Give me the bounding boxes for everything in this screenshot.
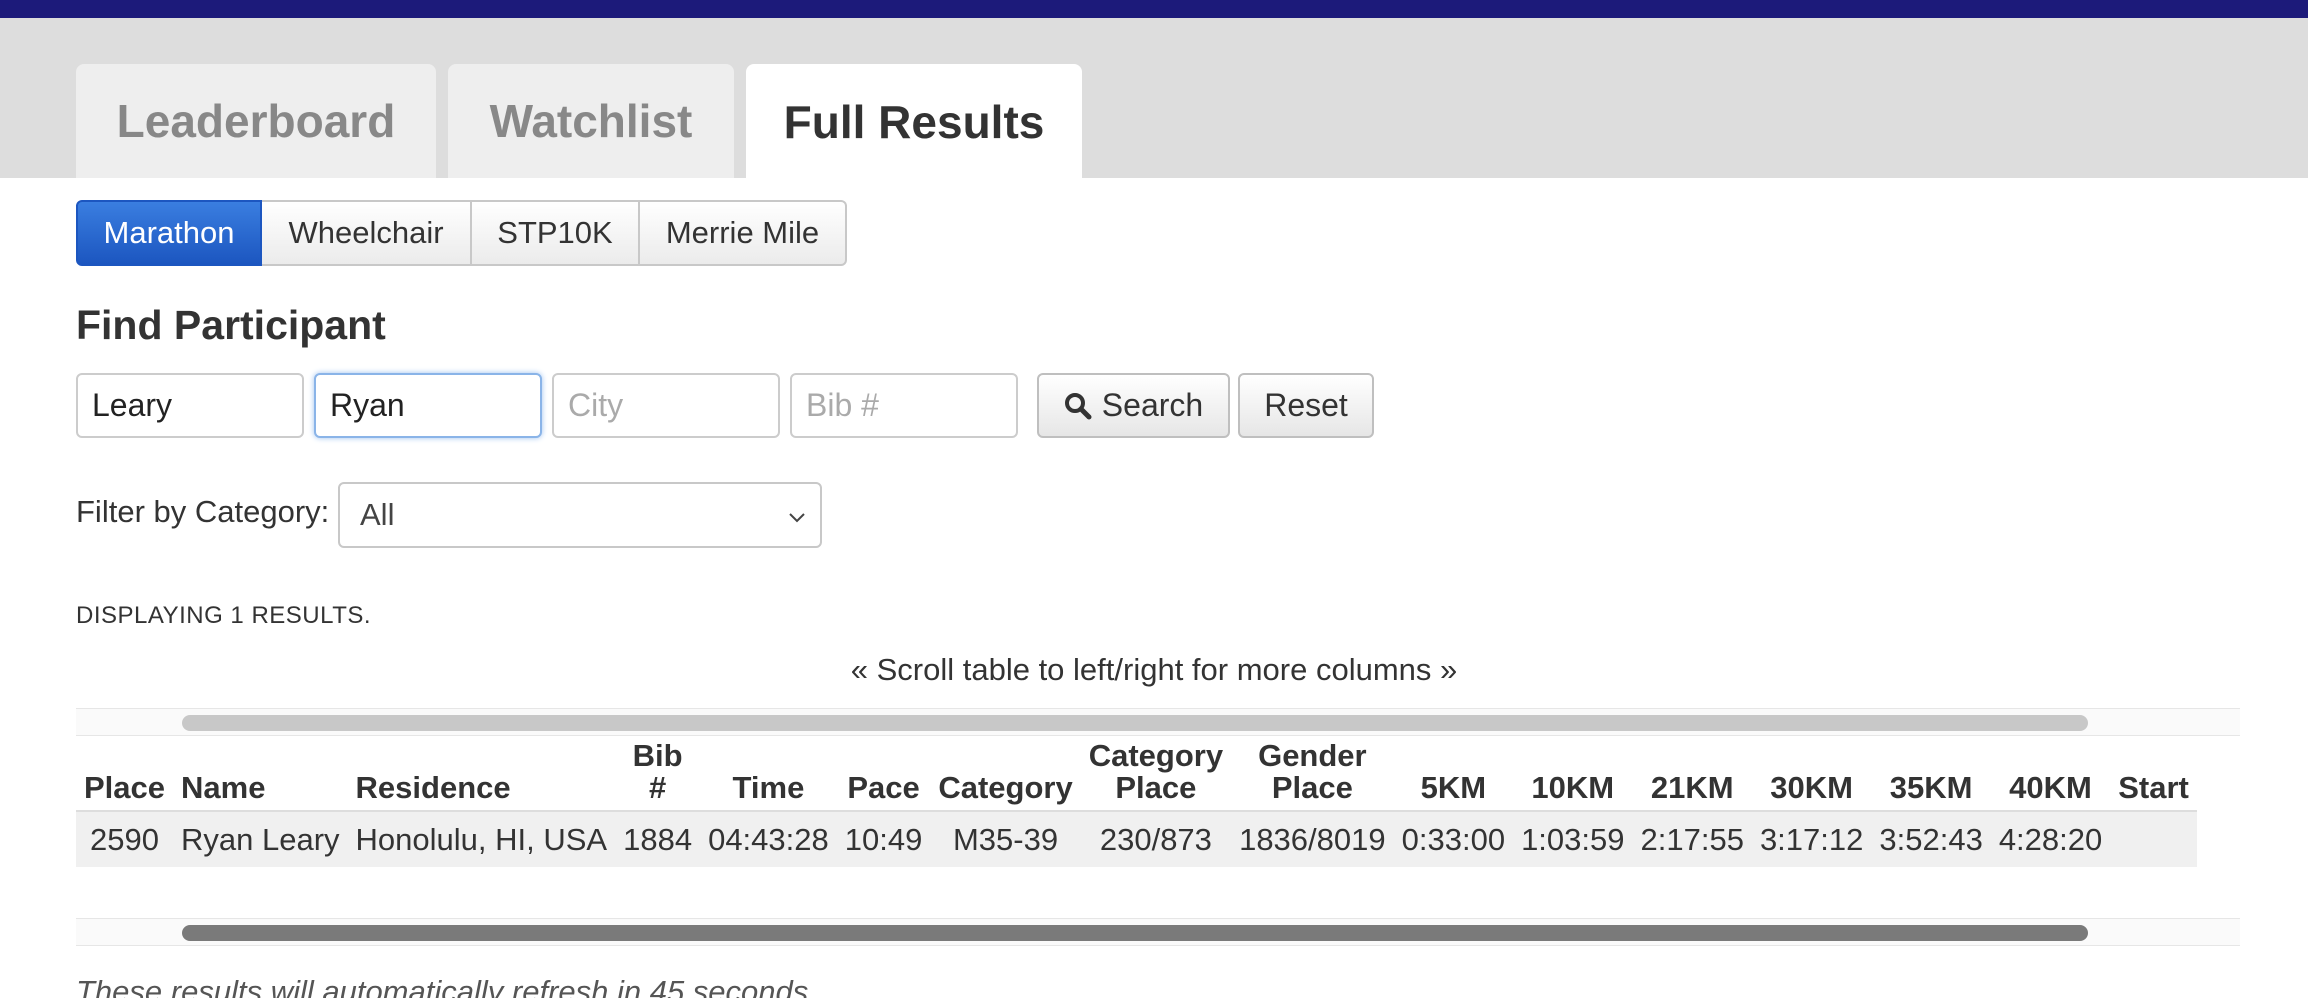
cell-bib: 1884	[615, 810, 701, 867]
cell-35km: 3:52:43	[1871, 810, 1991, 867]
last-name-input[interactable]	[76, 373, 304, 438]
race-merrie-mile-button[interactable]: Merrie Mile	[640, 200, 847, 266]
tab-full-results[interactable]: Full Results	[746, 64, 1082, 180]
reset-button[interactable]: Reset	[1238, 373, 1374, 438]
header-time[interactable]: Time	[700, 740, 837, 811]
results-count: DISPLAYING 1 RESULTS.	[76, 602, 372, 629]
race-type-selector: Marathon Wheelchair STP10K Merrie Mile	[76, 200, 847, 266]
header-residence[interactable]: Residence	[348, 740, 616, 811]
cell-name[interactable]: Ryan Leary	[173, 810, 348, 867]
table-header-row: Place Name Residence Bib # Time Pace Cate…	[76, 740, 2197, 811]
cell-pace: 10:49	[836, 810, 931, 867]
cell-category-place: 230/873	[1080, 810, 1232, 867]
search-button-label: Search	[1101, 387, 1204, 423]
header-35km[interactable]: 35KM	[1871, 740, 1990, 811]
header-5km[interactable]: 5KM	[1394, 740, 1513, 811]
tab-watchlist[interactable]: Watchlist	[448, 64, 734, 178]
header-30km[interactable]: 30KM	[1752, 740, 1871, 811]
chevron-down-icon	[789, 513, 805, 523]
results-table-container: Place Name Residence Bib # Time Pace Cate…	[76, 740, 2240, 874]
top-bar	[0, 0, 2308, 18]
header-40km[interactable]: 40KM	[1991, 740, 2110, 811]
header-gender-place[interactable]: Gender Place	[1231, 740, 1394, 811]
scroll-hint: « Scroll table to left/right for more co…	[850, 652, 1458, 687]
city-input[interactable]	[552, 373, 780, 438]
table-row[interactable]: 2590 Ryan Leary Honolulu, HI, USA 1884 0…	[76, 810, 2197, 867]
cell-10km: 1:03:59	[1513, 810, 1633, 867]
find-participant-heading: Find Participant	[76, 302, 386, 348]
race-marathon-button[interactable]: Marathon	[76, 200, 262, 266]
search-icon	[1064, 392, 1092, 419]
table-scrollbar-top[interactable]	[76, 708, 2240, 736]
cell-40km: 4:28:20	[1990, 810, 2111, 867]
refresh-note: These results will automatically refresh…	[76, 974, 809, 998]
header-place[interactable]: Place	[76, 740, 173, 811]
header-category[interactable]: Category	[930, 740, 1080, 811]
cell-place: 2590	[76, 810, 174, 867]
category-select[interactable]: All	[338, 482, 822, 548]
first-name-input[interactable]	[314, 373, 542, 438]
filter-category-label: Filter by Category:	[76, 494, 330, 529]
cell-21km: 2:17:55	[1632, 810, 1752, 867]
race-stp10k-button[interactable]: STP10K	[472, 200, 640, 266]
cell-gender-place: 1836/8019	[1231, 810, 1394, 867]
header-bib[interactable]: Bib #	[615, 740, 700, 811]
cell-start	[2110, 810, 2197, 867]
header-name[interactable]: Name	[173, 740, 348, 811]
tab-strip: Leaderboard Watchlist Full Results	[0, 18, 2308, 180]
header-pace[interactable]: Pace	[837, 740, 931, 811]
tab-leaderboard[interactable]: Leaderboard	[76, 64, 436, 178]
cell-time: 04:43:28	[700, 810, 837, 867]
cell-5km: 0:33:00	[1393, 810, 1514, 867]
category-select-value: All	[360, 497, 395, 532]
race-wheelchair-button[interactable]: Wheelchair	[262, 200, 472, 266]
scrollbar-thumb-bottom[interactable]	[182, 925, 2088, 941]
cell-30km: 3:17:12	[1751, 810, 1872, 867]
table-scrollbar-bottom[interactable]	[76, 918, 2240, 946]
cell-category: M35-39	[930, 810, 1081, 867]
results-table: Place Name Residence Bib # Time Pace Cate…	[76, 740, 2197, 867]
header-category-place[interactable]: Category Place	[1081, 740, 1231, 811]
cell-residence: Honolulu, HI, USA	[347, 810, 616, 867]
bib-input[interactable]	[790, 373, 1018, 438]
scrollbar-thumb-top[interactable]	[182, 715, 2088, 731]
header-start[interactable]: Start	[2110, 740, 2197, 811]
search-button[interactable]: Search	[1037, 373, 1230, 438]
header-10km[interactable]: 10KM	[1513, 740, 1632, 811]
header-21km[interactable]: 21KM	[1633, 740, 1752, 811]
